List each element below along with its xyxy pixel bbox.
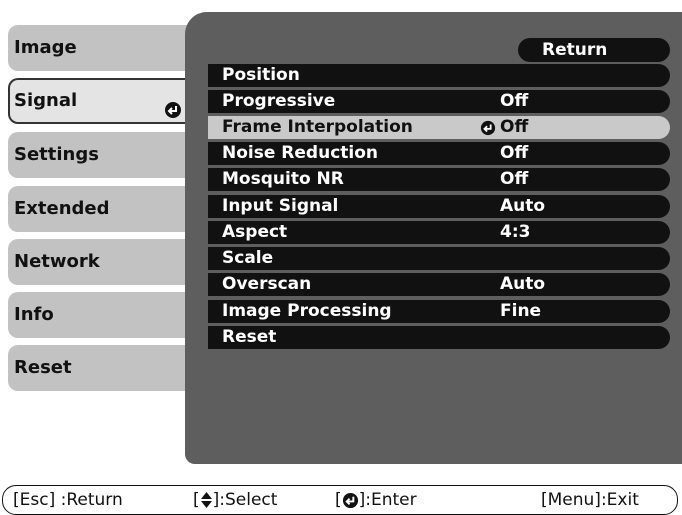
sidebar-menu: Image Signal Settings Extended Network I… (0, 0, 200, 470)
row-label: Reset (222, 327, 277, 347)
row-label: Image Processing (222, 301, 392, 321)
sidebar-item-extended[interactable]: Extended (8, 186, 194, 232)
menu-row-position[interactable]: Position (208, 64, 670, 87)
sidebar-item-label: Signal (14, 90, 78, 111)
menu-row-reset[interactable]: Reset (208, 326, 670, 349)
enter-icon (164, 93, 182, 135)
row-value: 4:3 (500, 222, 531, 242)
signal-settings-panel: Return Position Progressive Off Frame In… (185, 12, 682, 464)
row-label: Aspect (222, 222, 288, 242)
row-value: Off (500, 117, 529, 137)
enter-icon (480, 120, 496, 143)
sidebar-item-signal[interactable]: Signal (8, 78, 194, 124)
menu-row-mosquito-nr[interactable]: Mosquito NR Off (208, 168, 670, 191)
row-label: Noise Reduction (222, 143, 379, 163)
row-value: Auto (500, 274, 546, 294)
row-value: Off (500, 143, 529, 163)
menu-row-input-signal[interactable]: Input Signal Auto (208, 195, 670, 218)
menu-row-image-processing[interactable]: Image Processing Fine (208, 300, 670, 323)
row-label: Mosquito NR (222, 169, 344, 189)
help-menu-exit: [Menu]:Exit (541, 490, 639, 510)
row-value: Off (500, 169, 529, 189)
sidebar-item-settings[interactable]: Settings (8, 132, 194, 178)
sidebar-item-label: Info (14, 304, 54, 325)
menu-row-overscan[interactable]: Overscan Auto (208, 273, 670, 296)
sidebar-item-label: Settings (14, 144, 99, 165)
sidebar-item-info[interactable]: Info (8, 292, 194, 338)
help-esc-return: [Esc] :Return (13, 490, 123, 510)
enter-icon (342, 492, 358, 508)
help-select: [ ]:Select (193, 486, 277, 515)
help-select-open: [ (193, 490, 200, 510)
row-label: Frame Interpolation (222, 117, 413, 137)
sidebar-item-network[interactable]: Network (8, 239, 194, 285)
row-label: Scale (222, 248, 274, 268)
menu-row-aspect[interactable]: Aspect 4:3 (208, 221, 670, 244)
sidebar-item-label: Network (14, 251, 100, 272)
help-enter-close: ]:Enter (358, 490, 417, 510)
menu-row-scale[interactable]: Scale (208, 247, 670, 270)
sidebar-item-label: Reset (14, 357, 72, 378)
menu-row-progressive[interactable]: Progressive Off (208, 90, 670, 113)
row-label: Overscan (222, 274, 312, 294)
help-bar: [Esc] :Return [ ]:Select [ ]:Enter [Menu]:… (2, 485, 678, 515)
row-value: Auto (500, 196, 546, 216)
row-value: Fine (500, 301, 542, 321)
sidebar-item-reset[interactable]: Reset (8, 345, 194, 391)
sidebar-item-image[interactable]: Image (8, 25, 194, 71)
help-select-close: ]:Select (212, 490, 278, 510)
row-value: Off (500, 91, 529, 111)
row-label: Progressive (222, 91, 336, 111)
sidebar-item-label: Image (14, 37, 77, 58)
menu-row-frame-interpolation[interactable]: Frame Interpolation Off (208, 116, 670, 139)
up-down-arrow-icon (200, 492, 212, 508)
row-label: Position (222, 65, 300, 85)
sidebar-item-label: Extended (14, 198, 110, 219)
help-enter-open: [ (335, 490, 342, 510)
menu-row-noise-reduction[interactable]: Noise Reduction Off (208, 142, 670, 165)
row-label: Input Signal (222, 196, 339, 216)
help-enter: [ ]:Enter (335, 486, 417, 515)
return-button[interactable]: Return (518, 38, 670, 62)
